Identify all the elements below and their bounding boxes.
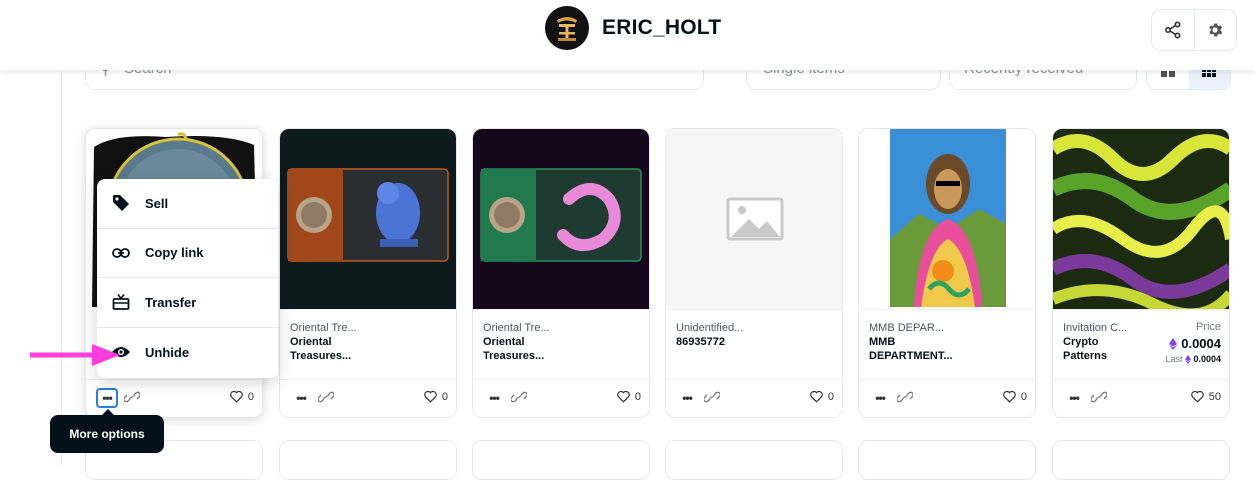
card-info: Oriental Tre... Oriental Treasures... <box>473 309 649 379</box>
nft-card[interactable]: Oriental Tre... Oriental Treasures... ••… <box>279 128 457 418</box>
nft-card[interactable] <box>665 440 843 480</box>
share-icon <box>1164 21 1181 39</box>
like-count: 0 <box>634 390 641 403</box>
profile-avatar[interactable] <box>545 6 589 50</box>
like-button[interactable]: 0 <box>423 390 448 403</box>
like-count: 0 <box>441 390 448 403</box>
nft-card[interactable]: Oriental Tre... Oriental Treasures... ••… <box>472 128 650 418</box>
card-footer: ••• 0 <box>473 379 649 417</box>
price-label: Price <box>1195 321 1221 333</box>
card-footer: ••• 50 <box>1053 379 1229 417</box>
like-count: 0 <box>247 390 254 403</box>
card-footer: ••• 0 <box>280 379 456 417</box>
gift-icon <box>111 292 131 312</box>
nft-image[interactable] <box>666 129 842 309</box>
menu-item-label: Transfer <box>145 294 197 310</box>
menu-item-label: Copy link <box>145 245 204 261</box>
like-count: 50 <box>1208 390 1221 403</box>
nft-image[interactable] <box>1053 129 1229 309</box>
more-options-button[interactable]: ••• <box>1063 388 1085 408</box>
profile-username: ERIC_HOLT <box>602 16 722 39</box>
nft-card[interactable]: MMB DEPAR... MMB DEPARTMENT... ••• 0 <box>858 128 1036 418</box>
menu-item-label: Unhide <box>145 344 190 360</box>
like-button[interactable]: 50 <box>1190 390 1221 403</box>
more-options-button[interactable]: ••• <box>290 388 312 408</box>
menu-item-sell[interactable]: Sell <box>97 179 278 229</box>
like-button[interactable]: 0 <box>1002 390 1027 403</box>
like-count: 0 <box>827 390 834 403</box>
card-info: Unidentified... 86935772 <box>666 309 842 379</box>
collection-name[interactable]: Oriental Tre... <box>290 321 448 335</box>
more-options-tooltip: More options <box>50 409 164 453</box>
sidebar-divider <box>61 70 62 465</box>
nft-name: Crypto Patterns <box>1063 336 1108 362</box>
nft-card[interactable] <box>858 440 1036 480</box>
card-info: Oriental Tre... Oriental Treasures... <box>280 309 456 379</box>
nft-card[interactable]: Invitation C... Crypto Patterns Price 0.… <box>1052 128 1230 418</box>
menu-item-label: Sell <box>145 195 169 211</box>
nft-image[interactable] <box>280 129 456 309</box>
link-icon[interactable] <box>897 390 913 404</box>
nft-image[interactable] <box>859 129 1035 309</box>
like-count: 0 <box>1020 390 1027 403</box>
like-button[interactable]: 0 <box>616 390 641 403</box>
heart-icon <box>617 390 630 403</box>
price-value: 0.0004 <box>1169 336 1221 351</box>
nft-name: Oriental Treasures... <box>483 336 545 362</box>
more-options-menu: Sell Copy link Transfer Unhide <box>97 179 278 378</box>
menu-item-unhide[interactable]: Unhide <box>97 328 278 378</box>
heart-icon <box>230 390 243 403</box>
annotation-arrow-icon <box>30 344 120 366</box>
more-options-button[interactable]: ••• <box>96 388 118 408</box>
collection-name[interactable]: MMB DEPAR... <box>869 321 1027 335</box>
tag-icon <box>111 193 131 213</box>
settings-button[interactable] <box>1193 10 1236 50</box>
nft-name: MMB DEPARTMENT... <box>869 336 953 362</box>
heart-icon <box>1003 390 1016 403</box>
gear-icon <box>1209 23 1223 37</box>
more-options-button[interactable]: ••• <box>483 388 505 408</box>
header-actions <box>1151 9 1237 51</box>
nft-card[interactable] <box>1052 440 1230 480</box>
link-icon[interactable] <box>704 390 720 404</box>
eth-icon <box>1169 337 1178 350</box>
link-icon[interactable] <box>1091 390 1107 404</box>
card-info: Invitation C... Crypto Patterns Price 0.… <box>1053 309 1229 379</box>
more-options-button[interactable]: ••• <box>676 388 698 408</box>
heart-icon <box>810 390 823 403</box>
profile-info: ERIC_HOLT <box>545 6 721 50</box>
last-sale: Last 0.0004 <box>1165 354 1221 364</box>
collection-name[interactable]: Unidentified... <box>676 321 834 335</box>
menu-item-transfer[interactable]: Transfer <box>97 278 278 328</box>
collection-name[interactable]: Oriental Tre... <box>483 321 641 335</box>
like-button[interactable]: 0 <box>809 390 834 403</box>
nft-name: 86935772 <box>676 336 725 348</box>
link-icon <box>111 243 131 263</box>
card-footer: ••• 0 <box>859 379 1035 417</box>
link-icon[interactable] <box>124 390 140 404</box>
eth-icon <box>1185 354 1192 364</box>
nft-image[interactable] <box>473 129 649 309</box>
menu-item-copy-link[interactable]: Copy link <box>97 229 278 278</box>
link-icon[interactable] <box>318 390 334 404</box>
share-button[interactable] <box>1152 10 1194 50</box>
more-options-button[interactable]: ••• <box>869 388 891 408</box>
card-footer: ••• 0 <box>666 379 842 417</box>
link-icon[interactable] <box>511 390 527 404</box>
card-info: MMB DEPAR... MMB DEPARTMENT... <box>859 309 1035 379</box>
like-button[interactable]: 0 <box>229 390 254 403</box>
heart-icon <box>424 390 437 403</box>
nft-card[interactable]: Unidentified... 86935772 ••• 0 <box>665 128 843 418</box>
profile-header: ERIC_HOLT <box>0 0 1255 70</box>
nft-card[interactable] <box>472 440 650 480</box>
heart-icon <box>1190 390 1204 403</box>
nft-card[interactable] <box>279 440 457 480</box>
nft-name: Oriental Treasures... <box>290 336 352 362</box>
